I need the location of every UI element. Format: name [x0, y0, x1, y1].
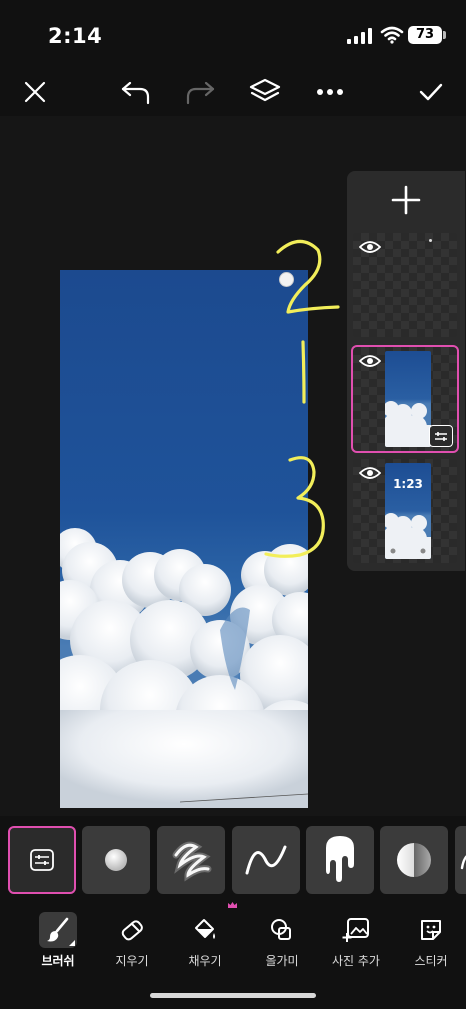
- add-layer-button[interactable]: [347, 171, 465, 229]
- tool-label: 스티커: [414, 954, 448, 968]
- layer-item-2[interactable]: [353, 347, 457, 451]
- brush-settings-button[interactable]: [8, 826, 76, 894]
- tool-label: 사진 추가: [332, 954, 380, 968]
- tool-label: 지우기: [115, 954, 149, 968]
- plus-icon: [391, 185, 421, 215]
- layer-item-1[interactable]: [353, 233, 457, 337]
- layer-adjust-button[interactable]: [429, 425, 453, 447]
- undo-icon: [121, 81, 150, 105]
- close-icon: [24, 81, 46, 103]
- gradient-sphere-brush-icon: [397, 843, 431, 877]
- wave-brush-icon: [245, 845, 287, 875]
- tool-eraser[interactable]: 지우기: [97, 906, 167, 968]
- drip-brush-icon: [326, 836, 354, 882]
- glow-scribble-brush-icon: [172, 841, 212, 882]
- undo-button[interactable]: [114, 70, 158, 114]
- close-button[interactable]: [13, 70, 57, 114]
- confirm-button[interactable]: [409, 70, 453, 114]
- redo-icon: [186, 81, 215, 105]
- check-icon: [419, 83, 443, 101]
- home-indicator[interactable]: [150, 993, 316, 998]
- adjust-icon: [435, 432, 447, 441]
- layer-dot: [429, 239, 432, 242]
- brush-wave[interactable]: [232, 826, 300, 894]
- avatar-sticker[interactable]: [279, 272, 294, 287]
- layer-item-3[interactable]: 1:23: [353, 459, 457, 563]
- artwork-canvas[interactable]: [60, 270, 308, 808]
- layers-icon: [249, 78, 281, 102]
- adjust-icon: [30, 849, 54, 871]
- eye-icon[interactable]: [359, 239, 381, 255]
- layers-button[interactable]: [243, 70, 287, 114]
- dot-brush-icon: [105, 849, 127, 871]
- tool-label: 브러쉬: [41, 954, 75, 968]
- partial-brush-icon: [460, 855, 466, 870]
- redo-button[interactable]: [178, 70, 222, 114]
- layer-thumbnail: [385, 351, 431, 447]
- top-toolbar: [0, 70, 466, 116]
- eye-icon[interactable]: [359, 353, 381, 369]
- brush-gradient-sphere[interactable]: [380, 826, 448, 894]
- layers-panel: 1:23: [347, 171, 465, 571]
- lasso-icon: [263, 912, 301, 948]
- tool-label: 채우기: [188, 954, 222, 968]
- wifi-icon: [380, 26, 404, 44]
- layer-thumbnail: 1:23: [385, 463, 431, 559]
- more-button[interactable]: [308, 70, 352, 114]
- tool-lasso[interactable]: 올가미: [247, 906, 317, 968]
- battery-tip: [443, 31, 446, 39]
- brush-icon: [39, 912, 77, 948]
- brush-partial[interactable]: [455, 826, 466, 894]
- tool-label: 올가미: [265, 954, 299, 968]
- more-icon: [317, 89, 343, 95]
- eye-icon[interactable]: [359, 465, 381, 481]
- tool-brush[interactable]: 브러쉬: [23, 906, 93, 968]
- sticker-icon: [412, 912, 450, 948]
- tool-sticker[interactable]: 스티커: [396, 906, 466, 968]
- lockscreen-time: 1:23: [393, 477, 423, 491]
- battery-indicator: 73: [408, 26, 442, 44]
- crown-icon: [228, 902, 237, 908]
- eraser-icon: [113, 912, 151, 948]
- fill-bucket-icon: [186, 912, 224, 948]
- status-bar: 2:14 73: [0, 0, 466, 70]
- tool-add-photo[interactable]: 사진 추가: [321, 906, 391, 968]
- brush-drip[interactable]: [306, 826, 374, 894]
- brush-strip: [0, 818, 466, 898]
- brush-glow-scribble[interactable]: [157, 826, 225, 894]
- tool-fill[interactable]: 채우기: [170, 906, 240, 968]
- cloud-image: [60, 528, 308, 808]
- add-photo-icon: [337, 912, 375, 948]
- signal-icon: [347, 28, 372, 44]
- brush-dot[interactable]: [82, 826, 150, 894]
- status-time: 2:14: [48, 24, 103, 48]
